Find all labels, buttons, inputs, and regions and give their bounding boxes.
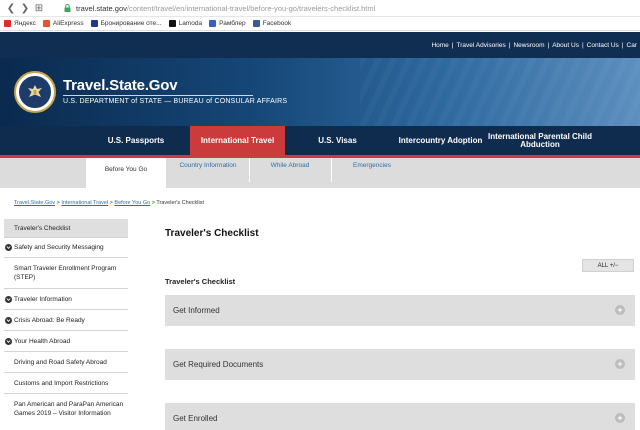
accordion-label: Get Enrolled xyxy=(173,414,218,423)
sidebar-item-label: Traveler's Checklist xyxy=(14,224,71,232)
sidebar-nav: Traveler's Checklist Safety and Security… xyxy=(4,219,128,430)
bookmark-label: Бронирование оте... xyxy=(100,20,162,27)
bookmark-favicon-icon xyxy=(209,20,217,27)
section-heading: Traveler's Checklist xyxy=(165,277,236,286)
utility-link[interactable]: Car xyxy=(624,42,640,49)
sidebar-item-step[interactable]: Smart Traveler Enrollment Program (STEP) xyxy=(4,258,128,289)
main-nav: U.S. Passports International Travel U.S.… xyxy=(0,126,640,155)
breadcrumb-current: Traveler's Checklist xyxy=(156,200,204,206)
url-path: /content/travel/en/international-travel/… xyxy=(126,3,376,13)
site-header: Travel.State.Gov U.S. DEPARTMENT of STAT… xyxy=(0,58,640,126)
bookmark-item[interactable]: Бронирование оте... xyxy=(90,20,162,27)
breadcrumb-link[interactable]: International Travel xyxy=(61,200,108,206)
bookmark-favicon-icon xyxy=(252,20,260,27)
utility-link[interactable]: Travel Advisories xyxy=(453,42,508,49)
plus-icon[interactable]: + xyxy=(615,413,625,423)
subnav-while-abroad[interactable]: While Abroad xyxy=(250,158,330,188)
subnav-emergencies[interactable]: Emergencies xyxy=(332,158,412,188)
seal-inner xyxy=(18,75,52,109)
sidebar-item-pan-american-games[interactable]: Pan American and ParaPan American Games … xyxy=(4,394,128,423)
page-title: Traveler's Checklist xyxy=(165,228,259,239)
utility-link[interactable]: Home xyxy=(428,42,451,49)
sidebar-item-label: Safety and Security Messaging xyxy=(14,244,104,251)
sub-nav: Before You Go Country Information While … xyxy=(0,158,640,188)
chevron-down-icon[interactable] xyxy=(5,295,12,303)
bookmark-item[interactable]: Facebook xyxy=(252,20,292,27)
sidebar-item-label: Smart Traveler Enrollment Program (STEP) xyxy=(14,265,117,281)
utility-nav: Home | Travel Advisories | Newsroom | About Us… xyxy=(0,32,640,58)
utility-link[interactable]: About Us xyxy=(549,42,582,49)
sidebar-item-label: Traveler Information xyxy=(14,295,72,303)
bookmark-favicon-icon xyxy=(42,20,50,27)
bookmark-favicon-icon xyxy=(168,20,176,27)
bookmark-favicon-icon xyxy=(90,20,98,27)
accordion-label: Get Required Documents xyxy=(173,360,264,369)
accordion-label: Get Informed xyxy=(173,306,220,315)
breadcrumb: Travel.State.Gov > International Travel … xyxy=(14,200,204,206)
sidebar-item-travelers-checklist[interactable]: Traveler's Checklist xyxy=(4,219,128,238)
bookmark-item[interactable]: Lamoda xyxy=(168,20,203,27)
chevron-down-icon[interactable] xyxy=(5,337,12,345)
breadcrumb-separator: > xyxy=(151,200,155,206)
address-bar[interactable]: travel.state.gov/content/travel/en/inter… xyxy=(76,4,375,13)
expand-all-button[interactable]: ALL +/− xyxy=(582,259,634,272)
chevron-down-icon[interactable] xyxy=(5,316,12,324)
bookmark-label: Facebook xyxy=(262,20,292,27)
sidebar-item-label: Your Health Abroad xyxy=(14,337,71,345)
bookmark-label: Lamoda xyxy=(178,20,203,27)
sidebar-item-health-abroad[interactable]: Your Health Abroad xyxy=(4,331,128,352)
eagle-icon xyxy=(28,85,42,97)
bookmarks-bar: Яндекс AliExpress Бронирование оте... Lamod… xyxy=(0,17,640,31)
bookmark-label: Рамблер xyxy=(219,20,246,27)
nav-international-travel[interactable]: International Travel xyxy=(190,126,285,155)
chevron-down-icon[interactable] xyxy=(5,244,12,251)
nav-parental-child-abduction[interactable]: International Parental Child Abduction xyxy=(488,126,592,155)
tabs-grid-icon[interactable]: ⊞ xyxy=(32,1,46,15)
back-arrow-icon[interactable]: ❮ xyxy=(4,1,18,15)
nav-intercountry-adoption[interactable]: Intercountry Adoption xyxy=(393,126,488,155)
sidebar-item-safety-security[interactable]: Safety and Security Messaging xyxy=(4,238,128,258)
breadcrumb-link[interactable]: Travel.State.Gov xyxy=(14,200,55,206)
subnav-before-you-go[interactable]: Before You Go xyxy=(86,158,166,188)
accordion-get-required-documents[interactable]: Get Required Documents + xyxy=(165,349,635,380)
forward-arrow-icon[interactable]: ❯ xyxy=(18,1,32,15)
sidebar-item-crisis-abroad[interactable]: Crisis Abroad: Be Ready xyxy=(4,310,128,331)
utility-link[interactable]: Newsroom xyxy=(510,42,547,49)
utility-link[interactable]: Contact Us xyxy=(584,42,622,49)
sidebar-item-customs[interactable]: Customs and Import Restrictions xyxy=(4,373,128,394)
sidebar-item-label: Crisis Abroad: Be Ready xyxy=(14,316,85,324)
bookmark-label: Яндекс xyxy=(14,20,36,27)
sidebar-item-label: Customs and Import Restrictions xyxy=(14,379,109,387)
bookmark-item[interactable]: Яндекс xyxy=(4,20,36,27)
sidebar-item-driving-safety[interactable]: Driving and Road Safety Abroad xyxy=(4,352,128,373)
bookmark-favicon-icon xyxy=(4,20,11,27)
site-subtitle: U.S. DEPARTMENT of STATE — BUREAU of CON… xyxy=(63,98,288,105)
bookmark-label: AliExpress xyxy=(52,20,84,27)
accordion-get-enrolled[interactable]: Get Enrolled + xyxy=(165,403,635,430)
subnav-country-information[interactable]: Country Information xyxy=(168,158,248,188)
plus-icon[interactable]: + xyxy=(615,359,625,369)
nav-us-passports[interactable]: U.S. Passports xyxy=(83,126,189,155)
breadcrumb-separator: > xyxy=(56,200,60,206)
plus-icon[interactable]: + xyxy=(615,305,625,315)
breadcrumb-separator: > xyxy=(109,200,113,206)
bookmark-item[interactable]: AliExpress xyxy=(42,20,84,27)
nav-us-visas[interactable]: U.S. Visas xyxy=(290,126,385,155)
lock-icon xyxy=(62,3,72,13)
state-department-seal-icon[interactable] xyxy=(14,71,56,113)
breadcrumb-link[interactable]: Before You Go xyxy=(114,200,150,206)
header-background-pattern xyxy=(360,58,640,126)
site-title[interactable]: Travel.State.Gov xyxy=(63,77,178,94)
bookmark-item[interactable]: Рамблер xyxy=(209,20,246,27)
sidebar-item-label: Pan American and ParaPan American Games … xyxy=(14,400,124,417)
sidebar-item-traveler-information[interactable]: Traveler Information xyxy=(4,289,128,310)
accordion-get-informed[interactable]: Get Informed + xyxy=(165,295,635,326)
sidebar-item-label: Driving and Road Safety Abroad xyxy=(14,358,107,366)
url-host: travel.state.gov xyxy=(76,3,127,13)
header-rule xyxy=(63,95,253,96)
browser-toolbar: ❮ ❯ ⊞ travel.state.gov/content/travel/en… xyxy=(0,0,640,17)
